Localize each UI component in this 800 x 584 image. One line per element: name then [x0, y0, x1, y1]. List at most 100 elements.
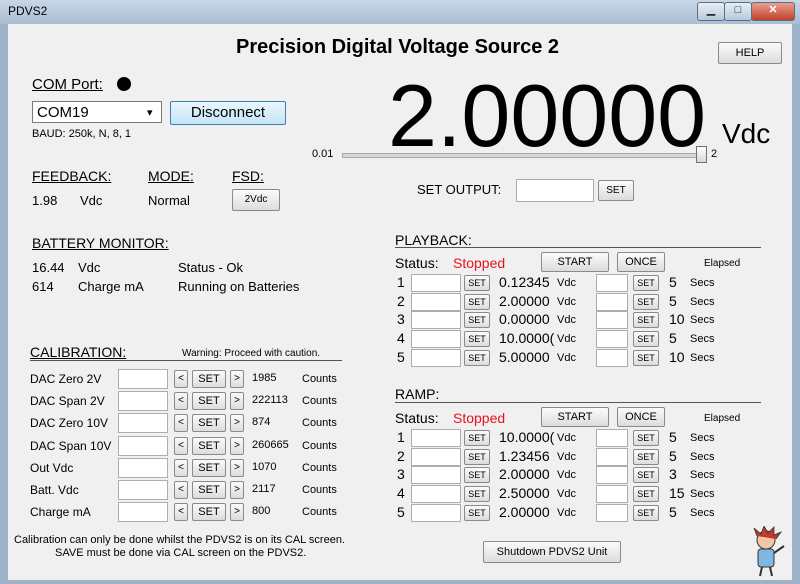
- calibration-row-unit: Counts: [302, 461, 337, 474]
- feedback-unit: Vdc: [80, 193, 103, 208]
- calibration-input[interactable]: [118, 391, 168, 412]
- output-slider-thumb[interactable]: [696, 146, 707, 163]
- disconnect-button[interactable]: Disconnect: [170, 101, 286, 125]
- minimize-button[interactable]: ▁: [697, 2, 725, 21]
- ramp-set-button[interactable]: SET: [464, 430, 490, 446]
- decrement-button[interactable]: <: [174, 436, 188, 455]
- ramp-set-button[interactable]: SET: [464, 504, 490, 521]
- playback-secs-set-button[interactable]: SET: [633, 331, 659, 348]
- increment-button[interactable]: >: [230, 436, 244, 455]
- ramp-secs-set-button[interactable]: SET: [633, 504, 659, 521]
- playback-value-input[interactable]: [411, 330, 461, 349]
- ramp-row-value: 2.00000: [499, 503, 550, 520]
- ramp-set-button[interactable]: SET: [464, 486, 490, 503]
- ramp-secs-input[interactable]: [596, 429, 628, 447]
- com-port-select[interactable]: COM19 ▾: [32, 101, 162, 123]
- playback-secs-input[interactable]: [596, 348, 628, 367]
- calibration-set-button[interactable]: SET: [192, 436, 226, 455]
- close-button[interactable]: ✕: [751, 2, 795, 21]
- page-title: Precision Digital Voltage Source 2: [236, 36, 560, 58]
- playback-value-input[interactable]: [411, 274, 461, 292]
- calibration-input[interactable]: [118, 457, 168, 478]
- battery-status: Status - Ok: [178, 260, 244, 275]
- decrement-button[interactable]: <: [174, 481, 188, 499]
- calibration-row-unit: Counts: [302, 417, 337, 430]
- calibration-set-button[interactable]: SET: [192, 503, 226, 522]
- playback-value-input[interactable]: [411, 348, 461, 367]
- playback-secs-set-button[interactable]: SET: [633, 293, 659, 310]
- calibration-input[interactable]: [118, 502, 168, 523]
- playback-secs-set-button[interactable]: SET: [633, 349, 659, 366]
- maximize-button[interactable]: □: [724, 2, 752, 21]
- calibration-input[interactable]: [118, 369, 168, 389]
- increment-button[interactable]: >: [230, 370, 244, 388]
- decrement-button[interactable]: <: [174, 458, 188, 477]
- set-output-input[interactable]: [516, 179, 594, 202]
- ramp-once-button[interactable]: ONCE: [617, 407, 665, 427]
- increment-button[interactable]: >: [230, 458, 244, 477]
- playback-secs-input[interactable]: [596, 274, 628, 292]
- ramp-value-input[interactable]: [411, 485, 461, 504]
- playback-row-secs-unit: Secs: [690, 277, 715, 289]
- ramp-value-input[interactable]: [411, 429, 461, 447]
- calibration-set-button[interactable]: SET: [192, 458, 226, 477]
- ramp-secs-input[interactable]: [596, 466, 628, 485]
- ramp-value-input[interactable]: [411, 503, 461, 522]
- ramp-status-label: Status:: [395, 410, 439, 426]
- battery-charge-value: 614: [32, 279, 54, 294]
- increment-button[interactable]: >: [230, 414, 244, 433]
- playback-secs-input[interactable]: [596, 292, 628, 311]
- ramp-value-input[interactable]: [411, 466, 461, 485]
- playback-start-button[interactable]: START: [541, 252, 609, 272]
- ramp-set-button[interactable]: SET: [464, 467, 490, 484]
- ramp-value-input[interactable]: [411, 447, 461, 466]
- ramp-secs-input[interactable]: [596, 503, 628, 522]
- playback-secs-input[interactable]: [596, 330, 628, 349]
- decrement-button[interactable]: <: [174, 503, 188, 522]
- ramp-set-button[interactable]: SET: [464, 448, 490, 465]
- playback-row-secs-unit: Secs: [690, 333, 715, 346]
- calibration-input[interactable]: [118, 435, 168, 456]
- set-output-label: SET OUTPUT:: [417, 182, 502, 197]
- playback-set-button[interactable]: SET: [464, 312, 490, 329]
- fsd-button[interactable]: 2Vdc: [232, 189, 280, 211]
- calibration-set-button[interactable]: SET: [192, 481, 226, 499]
- ramp-secs-set-button[interactable]: SET: [633, 448, 659, 465]
- ramp-secs-set-button[interactable]: SET: [633, 486, 659, 503]
- ramp-row-unit: Vdc: [557, 506, 576, 519]
- increment-button[interactable]: >: [230, 503, 244, 522]
- ramp-row-value: 1.23456: [499, 447, 550, 464]
- playback-value-input[interactable]: [411, 292, 461, 311]
- playback-set-button[interactable]: SET: [464, 293, 490, 310]
- decrement-button[interactable]: <: [174, 370, 188, 388]
- calibration-input[interactable]: [118, 480, 168, 500]
- playback-row-number: 2: [397, 292, 405, 309]
- calibration-input[interactable]: [118, 413, 168, 434]
- playback-secs-set-button[interactable]: SET: [633, 275, 659, 291]
- ramp-secs-input[interactable]: [596, 447, 628, 466]
- playback-value-input[interactable]: [411, 311, 461, 330]
- playback-secs-input[interactable]: [596, 311, 628, 330]
- calibration-row-unit: Counts: [302, 395, 337, 408]
- increment-button[interactable]: >: [230, 481, 244, 499]
- calibration-set-button[interactable]: SET: [192, 392, 226, 411]
- ramp-secs-set-button[interactable]: SET: [633, 467, 659, 484]
- decrement-button[interactable]: <: [174, 414, 188, 433]
- output-value: 2.00000: [388, 66, 707, 165]
- ramp-start-button[interactable]: START: [541, 407, 609, 427]
- playback-secs-set-button[interactable]: SET: [633, 312, 659, 329]
- ramp-secs-input[interactable]: [596, 485, 628, 504]
- increment-button[interactable]: >: [230, 392, 244, 411]
- ramp-secs-set-button[interactable]: SET: [633, 430, 659, 446]
- playback-set-button[interactable]: SET: [464, 349, 490, 366]
- help-button[interactable]: HELP: [718, 42, 782, 64]
- output-slider-track[interactable]: [342, 153, 704, 158]
- calibration-set-button[interactable]: SET: [192, 414, 226, 433]
- decrement-button[interactable]: <: [174, 392, 188, 411]
- set-output-button[interactable]: SET: [598, 180, 634, 201]
- playback-set-button[interactable]: SET: [464, 331, 490, 348]
- shutdown-button[interactable]: Shutdown PDVS2 Unit: [483, 541, 621, 563]
- playback-once-button[interactable]: ONCE: [617, 252, 665, 272]
- playback-set-button[interactable]: SET: [464, 275, 490, 291]
- calibration-set-button[interactable]: SET: [192, 370, 226, 388]
